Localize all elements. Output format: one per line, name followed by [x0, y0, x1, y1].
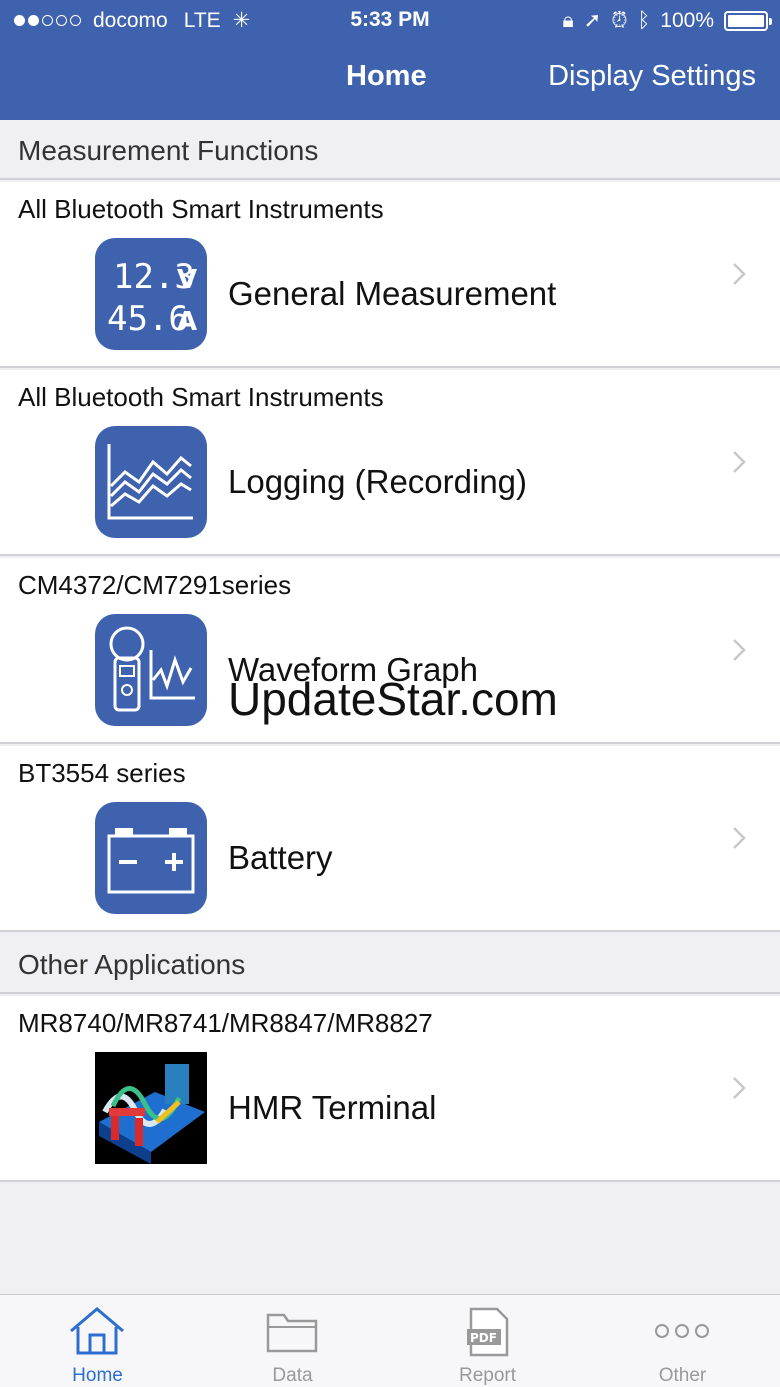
section-header-measurement: Measurement Functions	[0, 122, 780, 180]
chevron-right-icon	[732, 638, 746, 662]
list-item-logging[interactable]: All Bluetooth Smart Instruments Logging …	[0, 370, 780, 556]
status-bar: docomo LTE ✳ 5:33 PM 🔒︎ ➚ ⏰︎ ᛒ 100%	[0, 0, 780, 40]
chevron-right-icon	[732, 450, 746, 474]
chevron-right-icon	[732, 826, 746, 850]
pdf-document-icon: PDF	[457, 1305, 517, 1357]
item-caption: All Bluetooth Smart Instruments	[18, 382, 384, 412]
list-item-waveform-graph[interactable]: CM4372/CM7291series Waveform Graph	[0, 558, 780, 744]
list-item-general-measurement[interactable]: All Bluetooth Smart Instruments 12.3 V 4…	[0, 182, 780, 368]
tab-other[interactable]: Other	[585, 1295, 780, 1387]
tab-label: Report	[458, 1365, 517, 1386]
more-icon	[652, 1305, 712, 1357]
item-title: General Measurement	[228, 275, 557, 312]
alarm-icon: ⏰︎	[611, 8, 628, 32]
tab-data[interactable]: Data	[195, 1295, 390, 1387]
orientation-lock-icon: 🔒︎	[562, 8, 574, 32]
status-right: 🔒︎ ➚ ⏰︎ ᛒ 100%	[562, 8, 772, 33]
item-caption: BT3554 series	[18, 758, 186, 788]
item-caption: CM4372/CM7291series	[18, 570, 292, 600]
chevron-right-icon	[732, 1076, 746, 1100]
item-caption: MR8740/MR8741/MR8847/MR8827	[18, 1008, 433, 1038]
svg-text:PDF: PDF	[470, 1331, 497, 1345]
section-header-other: Other Applications	[0, 936, 780, 994]
battery-icon	[95, 802, 207, 914]
folder-icon	[262, 1305, 322, 1357]
chevron-right-icon	[732, 262, 746, 286]
item-title: Battery	[228, 839, 333, 876]
tab-label: Home	[72, 1365, 123, 1386]
list-item-hmr-terminal[interactable]: MR8740/MR8741/MR8847/MR8827 HMR Terminal	[0, 996, 780, 1182]
navigation-bar: docomo LTE ✳ 5:33 PM 🔒︎ ➚ ⏰︎ ᛒ 100% Home…	[0, 0, 780, 120]
home-icon	[67, 1305, 127, 1357]
icon-unit1: V	[177, 265, 197, 295]
item-title: HMR Terminal	[228, 1089, 437, 1126]
list-item-battery[interactable]: BT3554 series Battery	[0, 746, 780, 932]
tab-report[interactable]: PDF Report	[390, 1295, 585, 1387]
item-caption: All Bluetooth Smart Instruments	[18, 194, 384, 224]
nav-title-home[interactable]: Home	[346, 60, 427, 93]
battery-status-icon	[724, 10, 772, 31]
location-arrow-icon: ➚	[583, 9, 602, 32]
hmr-terminal-image	[95, 1052, 207, 1164]
icon-unit2: A	[177, 307, 197, 337]
tab-bar: Home Data PDF Report Other	[0, 1294, 780, 1387]
battery-percent: 100%	[660, 8, 714, 32]
item-title: Waveform Graph	[228, 651, 479, 688]
voltage-current-display-icon: 12.3 V 45.6 A	[95, 238, 207, 350]
tab-home[interactable]: Home	[0, 1295, 195, 1387]
clamp-meter-waveform-icon	[95, 614, 207, 726]
bluetooth-icon: ᛒ	[637, 8, 651, 32]
item-title: Logging (Recording)	[228, 463, 528, 500]
tab-label: Data	[272, 1365, 313, 1386]
tab-label: Other	[658, 1365, 707, 1386]
display-settings-button[interactable]: Display Settings	[548, 60, 756, 93]
logging-graph-icon	[95, 426, 207, 538]
